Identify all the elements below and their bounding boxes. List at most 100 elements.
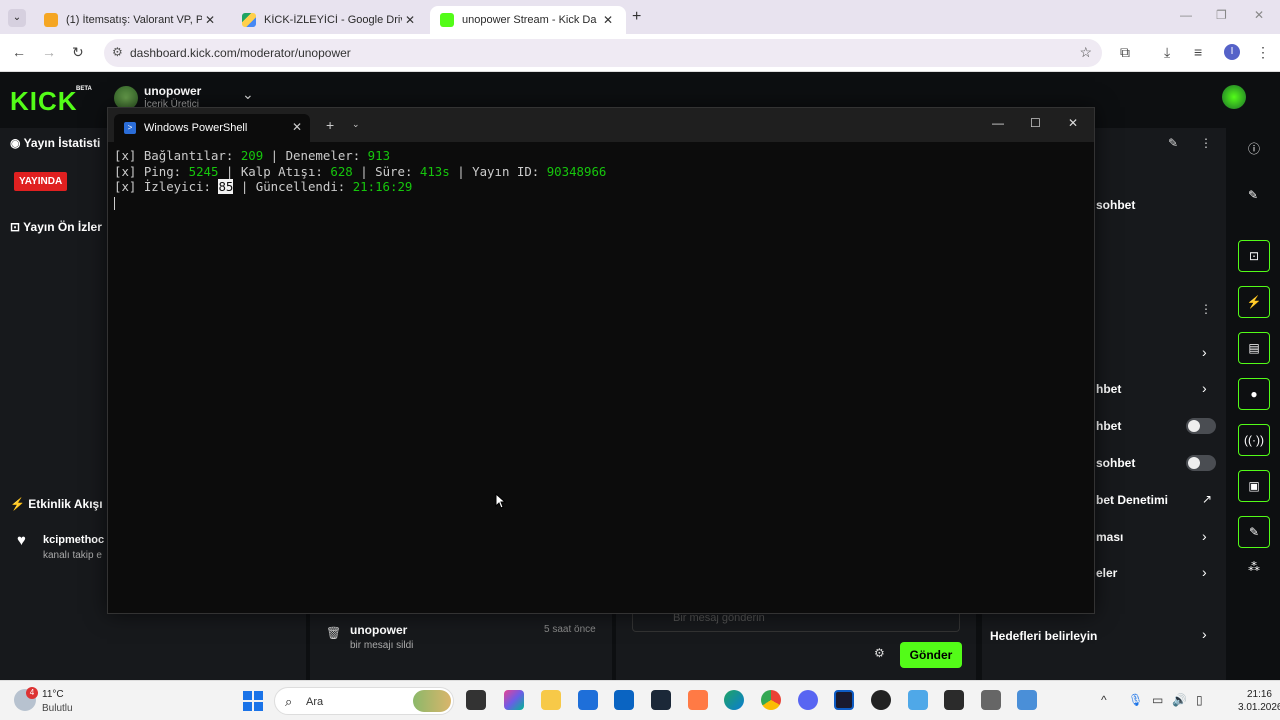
browser-tabstrip: ⌄ (1) İtemsatış: Valorant VP, P ✕ KİCK-İ…	[0, 0, 1280, 34]
new-tab-button[interactable]: +	[632, 8, 641, 26]
terminal-icon[interactable]	[944, 690, 964, 710]
log-username[interactable]: unopower	[350, 623, 407, 637]
chevron-right-icon[interactable]: ›	[1202, 626, 1207, 642]
volume-icon[interactable]: 🔊	[1172, 693, 1187, 707]
set-goals-row[interactable]: Hedefleri belirleyin	[990, 629, 1097, 643]
stream-stats-title: ◉ Yayın İstatisti	[10, 136, 101, 150]
send-button[interactable]: Gönder	[900, 642, 962, 668]
minimize-icon[interactable]: —	[1180, 8, 1192, 22]
chrome-icon[interactable]	[761, 690, 781, 710]
tab-itemsatis[interactable]: (1) İtemsatış: Valorant VP, P ✕	[34, 6, 228, 34]
outlook-icon[interactable]	[614, 690, 634, 710]
tray-chevron-up-icon[interactable]: ^	[1101, 693, 1107, 707]
notes-icon[interactable]: ▤	[1238, 332, 1270, 364]
community-icon[interactable]: ⁂	[1248, 560, 1260, 574]
tab-close-icon[interactable]: ✕	[600, 13, 616, 27]
new-tab-button[interactable]: +	[326, 117, 334, 133]
powershell-window[interactable]: > Windows PowerShell ✕ + ⌄ — ☐ ✕ [x] Bağ…	[107, 107, 1095, 614]
right-row-label[interactable]: hbet	[1096, 382, 1121, 396]
tab-kick-dashboard[interactable]: unopower Stream - Kick Da ✕	[430, 6, 626, 34]
back-icon[interactable]: ←	[12, 44, 26, 60]
user-avatar[interactable]	[1222, 85, 1246, 109]
mod-log-panel: 🗑 unopower bir mesajı sildi 5 saat önce	[310, 608, 612, 680]
wrench-icon[interactable]: ✎	[1238, 516, 1270, 548]
system-clock[interactable]: 21:16 3.01.2026	[1238, 688, 1280, 714]
taskbar-search[interactable]: ⌕ Ara	[274, 687, 454, 715]
terminal-output[interactable]: [x] Bağlantılar: 209 | Denemeler: 913 [x]…	[114, 148, 606, 210]
edit-pencil-icon[interactable]: ✎	[1168, 136, 1178, 150]
copilot-icon[interactable]	[504, 690, 524, 710]
address-bar[interactable]: ⚙ dashboard.kick.com/moderator/unopower …	[104, 39, 1102, 67]
edge-icon[interactable]	[724, 690, 744, 710]
more-options-icon[interactable]: ⋮	[1200, 136, 1212, 150]
kick-logo[interactable]: KICK	[10, 86, 78, 117]
right-row-label[interactable]: sohbet	[1096, 198, 1135, 212]
profile-avatar[interactable]: I	[1224, 44, 1240, 60]
channel-switch-chevron-icon[interactable]: ⌄	[242, 86, 254, 103]
right-row-label[interactable]: bet Denetimi	[1096, 493, 1168, 507]
battery-icon[interactable]: ▯	[1196, 693, 1203, 707]
browser-toolbar: ← → ↻ ⚙ dashboard.kick.com/moderator/uno…	[0, 34, 1280, 72]
weather-status[interactable]: Bulutlu	[42, 703, 73, 714]
app-icon[interactable]	[981, 690, 1001, 710]
media-control-icon[interactable]: ≡	[1194, 44, 1202, 60]
app-icon[interactable]	[688, 690, 708, 710]
chevron-right-icon[interactable]: ›	[1202, 344, 1207, 360]
tab-label: unopower Stream - Kick Da	[462, 14, 597, 26]
tab-close-icon[interactable]: ✕	[402, 13, 418, 27]
microphone-icon[interactable]: 🎙	[1128, 693, 1143, 707]
tab-close-icon[interactable]: ✕	[292, 120, 302, 134]
minimize-icon[interactable]: —	[992, 116, 1004, 130]
lightning-icon[interactable]: ⚡	[1238, 286, 1270, 318]
pencil-icon[interactable]: ✎	[1248, 188, 1258, 202]
chevron-right-icon[interactable]: ›	[1202, 528, 1207, 544]
forward-icon[interactable]: →	[42, 44, 56, 60]
notepad-icon[interactable]	[908, 690, 928, 710]
powershell-tab[interactable]: > Windows PowerShell ✕	[114, 114, 310, 142]
chrome-menu-icon[interactable]: ⋮	[1256, 44, 1270, 61]
windows-start-icon[interactable]	[243, 691, 263, 711]
file-explorer-icon[interactable]	[541, 690, 561, 710]
right-row-label[interactable]: ması	[1096, 530, 1123, 544]
tab-google-drive[interactable]: KİCK-İZLEYİCİ - Google Drive ✕	[232, 6, 428, 34]
toggle-switch[interactable]	[1186, 455, 1216, 471]
maximize-icon[interactable]: ❐	[1216, 8, 1227, 22]
network-icon[interactable]: ▭	[1152, 693, 1163, 707]
video-icon[interactable]: ▣	[1238, 470, 1270, 502]
search-placeholder: Ara	[306, 696, 324, 708]
chevron-right-icon[interactable]: ›	[1202, 564, 1207, 580]
bookmark-star-icon[interactable]: ☆	[1079, 44, 1092, 61]
steam-icon[interactable]	[651, 690, 671, 710]
close-icon[interactable]: ✕	[1068, 116, 1078, 130]
chat-settings-gear-icon[interactable]: ⚙	[874, 646, 885, 660]
toggle-switch[interactable]	[1186, 418, 1216, 434]
store-icon[interactable]	[578, 690, 598, 710]
external-link-icon[interactable]: ↗	[1202, 492, 1212, 506]
clip-icon[interactable]: ⊡	[1238, 240, 1270, 272]
event-username[interactable]: kcipmethoc	[43, 534, 104, 546]
info-icon[interactable]: ⓘ	[1248, 140, 1260, 157]
reload-icon[interactable]: ↻	[72, 44, 84, 61]
powershell-titlebar[interactable]: > Windows PowerShell ✕ + ⌄ — ☐ ✕	[108, 108, 1094, 142]
dropdown-chevron-icon[interactable]: ⌄	[352, 119, 360, 130]
teamviewer-icon[interactable]	[834, 690, 854, 710]
tab-search-button[interactable]: ⌄	[8, 9, 26, 27]
maximize-icon[interactable]: ☐	[1030, 116, 1041, 130]
right-row-label[interactable]: eler	[1096, 566, 1117, 580]
close-window-icon[interactable]: ✕	[1254, 8, 1264, 22]
discord-icon[interactable]	[798, 690, 818, 710]
more-options-icon[interactable]: ⋮	[1200, 302, 1212, 316]
task-view-icon[interactable]	[466, 690, 486, 710]
calculator-icon[interactable]	[1017, 690, 1037, 710]
weather-temp[interactable]: 11°C	[42, 689, 64, 700]
broadcast-icon[interactable]: ((·))	[1238, 424, 1270, 456]
downloads-icon[interactable]: ⤓	[1164, 44, 1170, 61]
viewer-count-selection[interactable]: 85	[218, 179, 234, 194]
site-info-icon[interactable]: ⚙	[112, 45, 123, 59]
live-badge: YAYINDA	[14, 172, 68, 191]
extensions-icon[interactable]: ⧉	[1120, 44, 1130, 61]
app-icon[interactable]	[871, 690, 891, 710]
chevron-right-icon[interactable]: ›	[1202, 380, 1207, 396]
tab-close-icon[interactable]: ✕	[202, 13, 218, 27]
chat-bubble-icon[interactable]: ●	[1238, 378, 1270, 410]
